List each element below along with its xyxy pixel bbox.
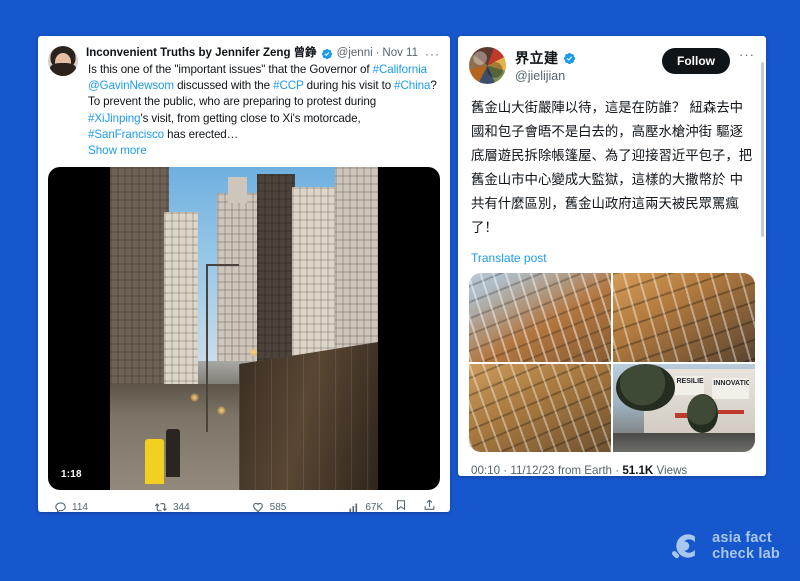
more-options-icon[interactable]: ···: [739, 48, 755, 61]
avatar-hair-lower: [50, 63, 76, 76]
repost-icon: [154, 501, 168, 512]
image-red-accent: [718, 409, 744, 414]
views-count: 51.1K: [622, 464, 654, 476]
scrollbar[interactable]: [761, 62, 764, 237]
tweet-link[interactable]: #China: [394, 79, 430, 92]
reply-count: 114: [72, 502, 88, 512]
video-barrier-fence: [238, 341, 378, 491]
banner-innovation: INNOVATION: [712, 377, 750, 399]
share-icon[interactable]: [423, 498, 436, 512]
avatar[interactable]: [469, 47, 506, 84]
watermark-line-2: check lab: [712, 546, 780, 562]
views-count: 67K: [365, 502, 384, 512]
post-image-1[interactable]: [469, 273, 611, 362]
views-action[interactable]: 67K: [348, 502, 383, 512]
post-date: 11/12/23: [510, 464, 555, 476]
post-time: 00:10: [471, 464, 501, 476]
tweet-link[interactable]: #CCP: [273, 79, 303, 92]
left-tweet-text: Is this one of the "important issues" th…: [38, 60, 450, 143]
video-building-right1: [257, 173, 295, 374]
meta-separator: ·: [503, 464, 508, 476]
views-label: Views: [656, 464, 688, 476]
reply-icon: [54, 501, 67, 512]
separator-dot: ·: [375, 47, 380, 59]
analytics-icon: [348, 502, 360, 512]
left-tweet-identity: Inconvenient Truths by Jennifer Zeng 曾錚 …: [86, 46, 440, 61]
right-tweet-identity: 界立建 @jielijian: [515, 47, 662, 83]
tweet-text-run: discussed with the: [173, 79, 274, 93]
watermark-line-1: asia fact: [712, 530, 772, 546]
verified-badge-icon: [321, 48, 333, 60]
user-handle[interactable]: @jenniferzengS: [337, 46, 373, 61]
watermark-logo: asia fact check lab: [667, 528, 780, 564]
tweet-text-run: has erected…: [164, 127, 239, 141]
repost-action[interactable]: 344: [154, 501, 190, 512]
right-tweet-text: 舊金山大街嚴陣以待，這是在防誰？ 紐森去中國和包子會晤不是白去的，高壓水槍沖街 …: [471, 101, 753, 236]
video-person-yellow: [144, 438, 164, 484]
secondary-actions: [395, 498, 436, 512]
tweet-link[interactable]: #XiJinping: [88, 112, 141, 125]
video-person-dark: [166, 428, 180, 478]
video-windows: [217, 193, 261, 361]
repost-count: 344: [172, 502, 190, 512]
tweet-link[interactable]: #California: [373, 63, 427, 76]
post-image-3[interactable]: [469, 363, 611, 452]
post-image-2[interactable]: [613, 273, 755, 362]
post-source: from Earth: [557, 464, 612, 476]
display-name[interactable]: Inconvenient Truths by Jennifer Zeng 曾錚: [86, 46, 317, 61]
image-content: [469, 363, 611, 452]
video-lamp-post: [206, 264, 209, 433]
left-tweet-card: Inconvenient Truths by Jennifer Zeng 曾錚 …: [38, 36, 450, 512]
image-ground: [613, 432, 755, 452]
post-date: Nov 11: [382, 47, 418, 59]
tweet-text-run: Is this one of the "important issues" th…: [88, 63, 373, 76]
like-action[interactable]: 585: [252, 501, 287, 512]
watermark-text: asia fact check lab: [712, 530, 780, 562]
post-metadata: 00:10 · 11/12/23 from Earth · 51.1K View…: [458, 452, 766, 476]
avatar[interactable]: [48, 46, 78, 76]
tweet-link[interactable]: #SanFrancisco: [88, 128, 164, 141]
image-content: [613, 273, 755, 362]
post-image-4[interactable]: RESILIENCE INNOVATION: [613, 363, 755, 452]
bookmark-icon[interactable]: [395, 498, 407, 512]
image-grid: RESILIENCE INNOVATION: [469, 273, 755, 452]
right-tweet-header: 界立建 @jielijian Follow ···: [458, 36, 766, 84]
like-count: 585: [269, 502, 287, 512]
left-name-row: Inconvenient Truths by Jennifer Zeng 曾錚 …: [86, 46, 440, 61]
video-building-center: [217, 193, 261, 361]
right-name-row: 界立建: [515, 48, 662, 68]
magnifier-logo-icon: [667, 528, 703, 564]
video-player[interactable]: 1:18: [48, 167, 440, 491]
heart-icon: [252, 501, 265, 512]
engagement-bar: 114 344 585 67K: [38, 490, 450, 512]
verified-badge-icon: [563, 52, 576, 65]
video-tower-top: [227, 176, 247, 203]
tweet-text-run: during his visit to: [303, 79, 395, 93]
image-tree: [686, 393, 719, 433]
meta-separator: ·: [615, 464, 620, 476]
banner-resilience: RESILIENCE: [675, 375, 704, 396]
video-frame: [110, 167, 378, 491]
tweet-text-run: 's visit, from getting close to Xi's mot…: [140, 111, 361, 125]
video-lamp-arm: [206, 264, 239, 267]
follow-button[interactable]: Follow: [662, 48, 730, 74]
tweet-link[interactable]: @GavinNewsom: [88, 79, 174, 92]
translate-post-link[interactable]: Translate post: [458, 241, 766, 265]
right-tweet-card: 界立建 @jielijian Follow ··· 舊金山大街嚴陣以待，這是在防…: [458, 36, 766, 476]
more-options-icon[interactable]: ···: [425, 48, 440, 60]
image-content: [469, 273, 611, 362]
video-windows: [257, 173, 295, 374]
user-handle[interactable]: @jielijian: [515, 69, 662, 83]
video-duration: 1:18: [56, 467, 87, 483]
show-more-link[interactable]: Show more: [38, 143, 450, 159]
reply-action[interactable]: 114: [54, 501, 88, 512]
display-name[interactable]: 界立建: [515, 48, 559, 68]
